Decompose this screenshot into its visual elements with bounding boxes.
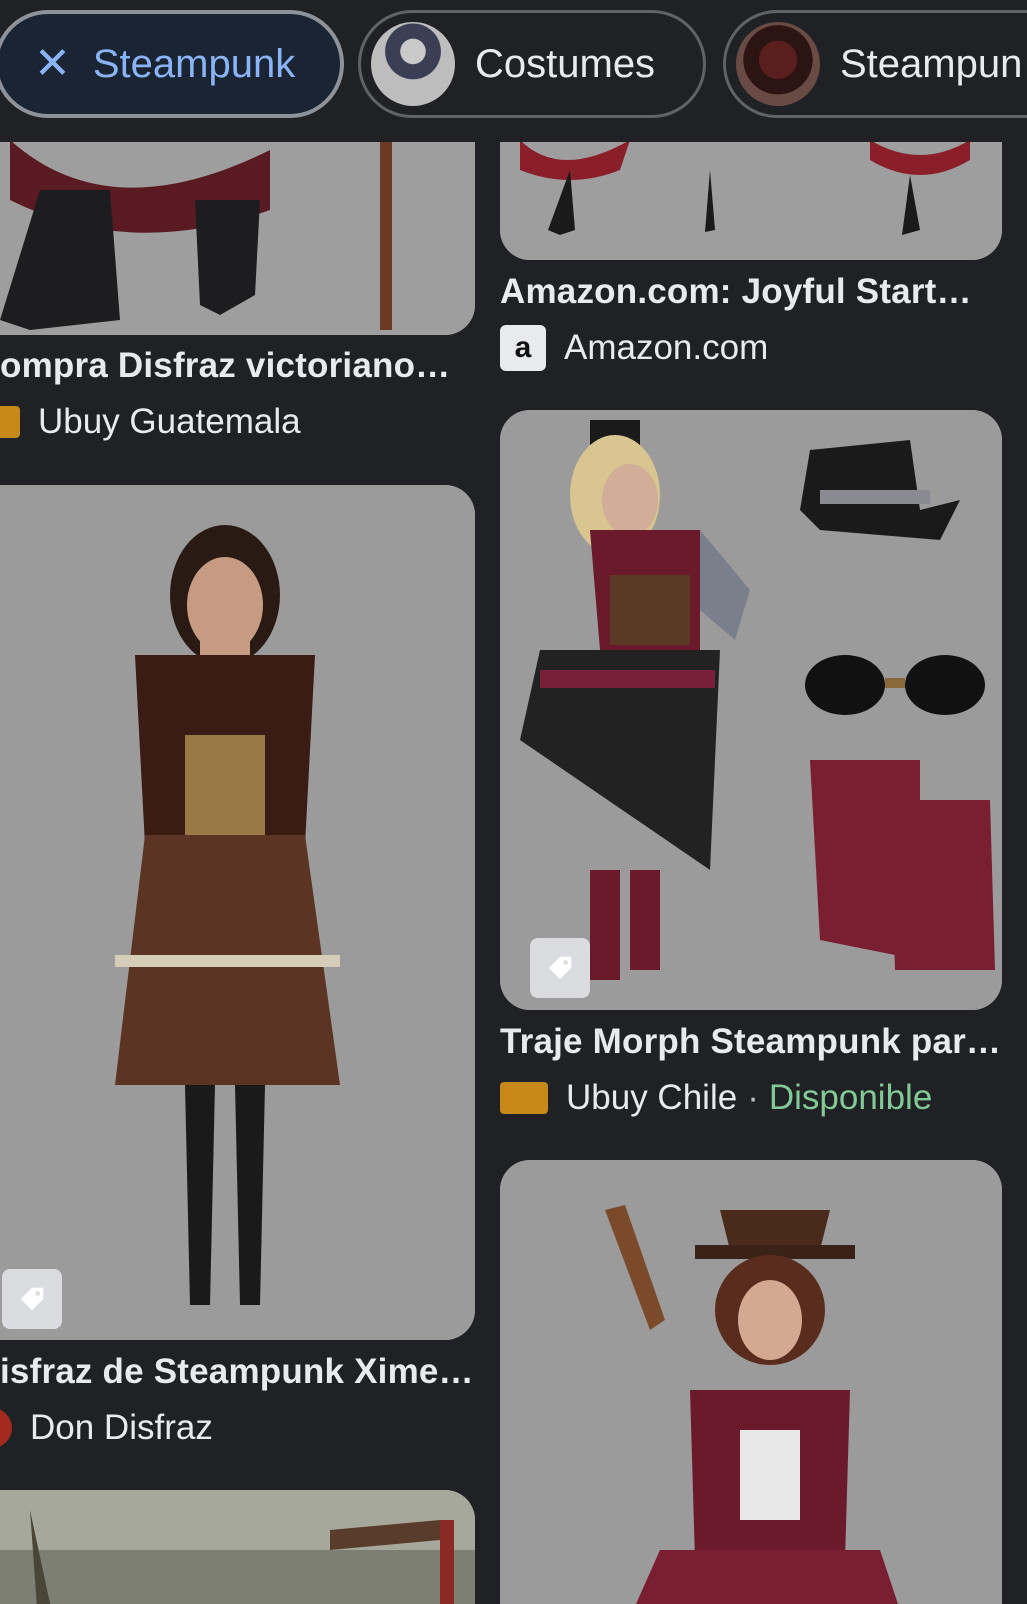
don-disfraz-icon bbox=[0, 1408, 12, 1448]
amazon-icon: a bbox=[500, 325, 546, 371]
chip-costumes[interactable]: Costumes bbox=[358, 10, 706, 118]
result-source-1[interactable]: Ubuy Guatemala bbox=[0, 402, 301, 442]
result-title-3[interactable]: isfraz de Steampunk Xime… bbox=[0, 1352, 470, 1392]
chip-label: Costumes bbox=[475, 41, 656, 86]
filter-chips-bar: ✕ Steampunk Costumes Steampun bbox=[0, 0, 1027, 142]
result-title-4[interactable]: Traje Morph Steampunk par… bbox=[500, 1022, 1000, 1062]
result-title-2[interactable]: Amazon.com: Joyful Start… bbox=[500, 272, 1000, 312]
result-source-4[interactable]: Ubuy Chile · Disponible bbox=[500, 1078, 932, 1118]
result-image-6[interactable] bbox=[500, 1160, 1002, 1604]
ubuy-icon bbox=[0, 406, 20, 438]
chip-thumbnail bbox=[736, 22, 820, 106]
chip-label: Steampun bbox=[840, 41, 1023, 86]
outdoor-photo bbox=[0, 1490, 475, 1604]
source-label: Ubuy Guatemala bbox=[38, 402, 301, 441]
steampunk-gun-figure bbox=[500, 1160, 1002, 1604]
image-search-results: ✕ Steampunk Costumes Steampun ompra Disf… bbox=[0, 0, 1027, 1604]
chip-steampunk[interactable]: ✕ Steampunk bbox=[0, 10, 344, 118]
morph-costume-figure bbox=[500, 410, 1002, 1010]
source-label: Don Disfraz bbox=[30, 1408, 213, 1447]
result-image-4[interactable] bbox=[500, 410, 1002, 1010]
ubuy-icon bbox=[500, 1082, 548, 1114]
price-tag-icon bbox=[2, 1269, 62, 1329]
chip-steampunk-more[interactable]: Steampun bbox=[723, 10, 1027, 118]
chip-label: Steampunk bbox=[92, 41, 296, 86]
separator-dot: · bbox=[747, 1078, 759, 1117]
availability-label: Disponible bbox=[768, 1078, 933, 1117]
source-label: Amazon.com bbox=[564, 328, 769, 367]
close-icon[interactable]: ✕ bbox=[34, 42, 71, 86]
costume-figure bbox=[0, 485, 475, 1340]
result-image-3[interactable] bbox=[0, 485, 475, 1340]
source-label: Ubuy Chile bbox=[566, 1078, 738, 1117]
result-source-2[interactable]: a Amazon.com bbox=[500, 325, 768, 371]
result-title-1[interactable]: ompra Disfraz victoriano… bbox=[0, 346, 470, 386]
result-source-3[interactable]: Don Disfraz bbox=[0, 1408, 213, 1448]
result-image-5[interactable] bbox=[0, 1490, 475, 1604]
chip-thumbnail bbox=[371, 22, 455, 106]
price-tag-icon bbox=[530, 938, 590, 998]
